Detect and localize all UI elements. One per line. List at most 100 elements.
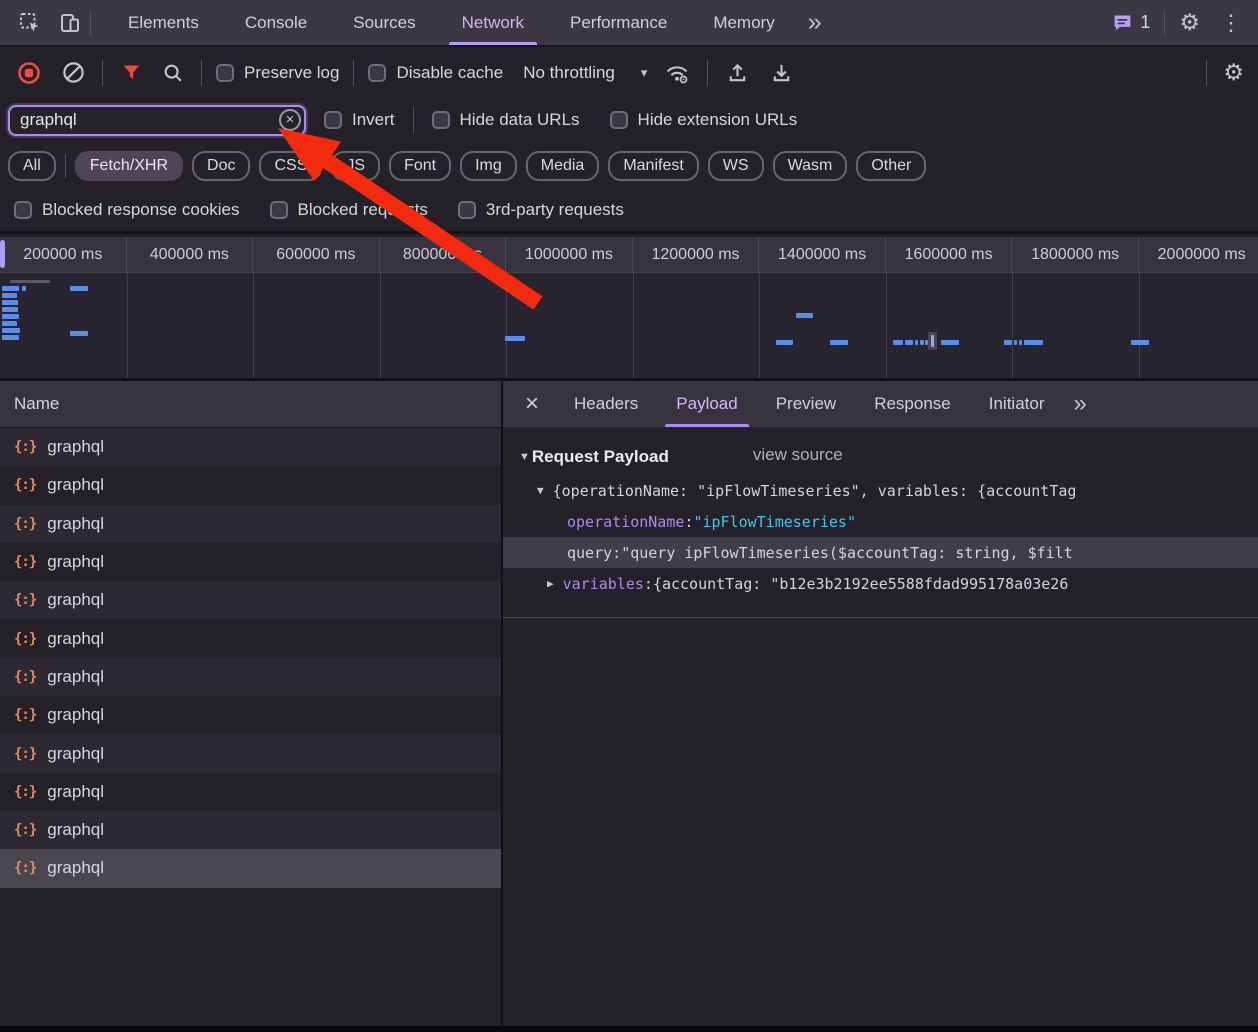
filter-chip-css[interactable]: CSS xyxy=(259,151,322,181)
request-row[interactable]: {:}graphql xyxy=(0,505,501,543)
window-bottom-edge xyxy=(0,1026,1258,1032)
payload-panel: ▼ Request Payload view source ▼ {operati… xyxy=(503,428,1258,1026)
inspect-element-button[interactable] xyxy=(10,6,50,40)
disable-cache-checkbox[interactable]: Disable cache xyxy=(368,63,503,83)
chips-divider xyxy=(65,154,66,178)
view-source-link[interactable]: view source xyxy=(753,445,843,465)
waterfall-bar xyxy=(915,340,918,345)
request-row[interactable]: {:}graphql xyxy=(0,849,501,887)
filter-chip-doc[interactable]: Doc xyxy=(192,151,250,181)
waterfall-bar xyxy=(1004,340,1012,345)
timeline-tick: 1000000 ms xyxy=(506,237,633,272)
filter-chip-media[interactable]: Media xyxy=(526,151,600,181)
request-row[interactable]: {:}graphql xyxy=(0,773,501,811)
payload-key: query xyxy=(567,544,612,562)
third-party-requests-checkbox[interactable]: 3rd-party requests xyxy=(458,200,624,220)
export-har-button[interactable] xyxy=(766,56,796,90)
json-braces-icon: {:} xyxy=(14,439,36,455)
network-conditions-button[interactable] xyxy=(661,56,693,90)
request-row[interactable]: {:}graphql xyxy=(0,658,501,696)
filter-chip-manifest[interactable]: Manifest xyxy=(608,151,698,181)
filter-chip-all[interactable]: All xyxy=(8,151,56,181)
detail-tab-headers[interactable]: Headers xyxy=(555,381,657,427)
preserve-log-checkbox[interactable]: Preserve log xyxy=(216,63,339,83)
invert-label: Invert xyxy=(352,110,395,130)
import-har-button[interactable] xyxy=(722,56,752,90)
payload-variables-line[interactable]: ▶ variables: {accountTag: "b12e3b2192ee5… xyxy=(503,568,1258,599)
invert-checkbox[interactable]: Invert xyxy=(324,110,395,130)
timeline-scroll-handle[interactable] xyxy=(0,240,5,268)
request-list: {:}graphql{:}graphql{:}graphql{:}graphql… xyxy=(0,428,501,1026)
tab-console[interactable]: Console xyxy=(222,0,330,45)
tab-sources[interactable]: Sources xyxy=(330,0,438,45)
tab-elements[interactable]: Elements xyxy=(105,0,222,45)
name-column-header[interactable]: Name xyxy=(0,381,501,428)
timeline-header: 200000 ms400000 ms600000 ms800000 ms1000… xyxy=(0,237,1258,273)
payload-operation-name-line[interactable]: operationName: "ipFlowTimeseries" xyxy=(503,506,1258,537)
waterfall-bar xyxy=(931,335,934,347)
clear-network-log-button[interactable] xyxy=(58,56,88,90)
clear-filter-icon[interactable]: × xyxy=(279,109,301,131)
payload-section-divider xyxy=(503,617,1258,618)
request-name: graphql xyxy=(47,820,104,840)
request-row[interactable]: {:}graphql xyxy=(0,428,501,466)
filter-chip-img[interactable]: Img xyxy=(460,151,517,181)
filter-button[interactable] xyxy=(117,56,145,90)
search-button[interactable] xyxy=(159,56,187,90)
kebab-menu-icon[interactable]: ⋮ xyxy=(1214,12,1248,34)
filter-chip-font[interactable]: Font xyxy=(389,151,451,181)
filter-chip-js[interactable]: JS xyxy=(331,151,380,181)
more-details-tabs-icon[interactable]: » xyxy=(1064,390,1095,418)
tab-memory[interactable]: Memory xyxy=(690,0,797,45)
filter-chip-wasm[interactable]: Wasm xyxy=(773,151,848,181)
checkbox-icon xyxy=(610,111,628,129)
checkbox-icon xyxy=(432,111,450,129)
request-row[interactable]: {:}graphql xyxy=(0,696,501,734)
colon-separator: : xyxy=(612,544,621,562)
timeline-tick-label: 200000 ms xyxy=(23,246,102,264)
waterfall-bar xyxy=(2,314,19,319)
hide-extension-urls-checkbox[interactable]: Hide extension URLs xyxy=(610,110,798,130)
detail-tab-payload[interactable]: Payload xyxy=(657,381,756,427)
issues-button[interactable]: 1 xyxy=(1112,12,1150,33)
collapse-triangle-icon: ▼ xyxy=(537,484,544,497)
request-name: graphql xyxy=(47,475,104,495)
request-row[interactable]: {:}graphql xyxy=(0,734,501,772)
tab-network[interactable]: Network xyxy=(439,0,547,45)
timeline-waterfall[interactable] xyxy=(0,273,1258,378)
tab-performance[interactable]: Performance xyxy=(547,0,690,45)
payload-root-line[interactable]: ▼ {operationName: "ipFlowTimeseries", va… xyxy=(503,475,1258,506)
filter-funnel-icon xyxy=(121,62,142,83)
request-details-pane: × HeadersPayloadPreviewResponseInitiator… xyxy=(503,381,1258,1026)
settings-gear-icon[interactable]: ⚙ xyxy=(1179,11,1200,34)
detail-tab-initiator[interactable]: Initiator xyxy=(970,381,1064,427)
request-row[interactable]: {:}graphql xyxy=(0,619,501,657)
payload-root-preview: {operationName: "ipFlowTimeseries", vari… xyxy=(553,482,1077,500)
filter-chip-fetch-xhr[interactable]: Fetch/XHR xyxy=(75,151,183,181)
detail-tab-response[interactable]: Response xyxy=(855,381,970,427)
request-row[interactable]: {:}graphql xyxy=(0,581,501,619)
blocked-requests-checkbox[interactable]: Blocked requests xyxy=(270,200,428,220)
more-panels-icon[interactable]: » xyxy=(798,10,830,35)
throttling-select[interactable]: No throttling ▾ xyxy=(523,63,647,83)
device-toolbar-icon xyxy=(58,11,82,35)
toggle-device-toolbar-button[interactable] xyxy=(50,6,90,40)
payload-query-line[interactable]: query: "query ipFlowTimeseries($accountT… xyxy=(503,537,1258,568)
filter-input[interactable] xyxy=(8,105,306,136)
waterfall-bar xyxy=(2,328,20,333)
close-details-icon[interactable]: × xyxy=(509,392,555,416)
request-row[interactable]: {:}graphql xyxy=(0,466,501,504)
detail-tab-preview[interactable]: Preview xyxy=(757,381,855,427)
request-row[interactable]: {:}graphql xyxy=(0,543,501,581)
filter-chip-other[interactable]: Other xyxy=(856,151,926,181)
blocked-response-cookies-checkbox[interactable]: Blocked response cookies xyxy=(14,200,240,220)
record-network-log-button[interactable] xyxy=(14,56,44,90)
request-payload-title[interactable]: ▼ Request Payload xyxy=(519,447,669,467)
toolbar-divider xyxy=(707,60,708,86)
network-settings-gear-icon[interactable]: ⚙ xyxy=(1223,61,1244,84)
timeline-gridline xyxy=(506,273,507,378)
hide-data-urls-checkbox[interactable]: Hide data URLs xyxy=(432,110,580,130)
request-row[interactable]: {:}graphql xyxy=(0,811,501,849)
network-overview-timeline[interactable]: 200000 ms400000 ms600000 ms800000 ms1000… xyxy=(0,237,1258,381)
filter-chip-ws[interactable]: WS xyxy=(708,151,764,181)
